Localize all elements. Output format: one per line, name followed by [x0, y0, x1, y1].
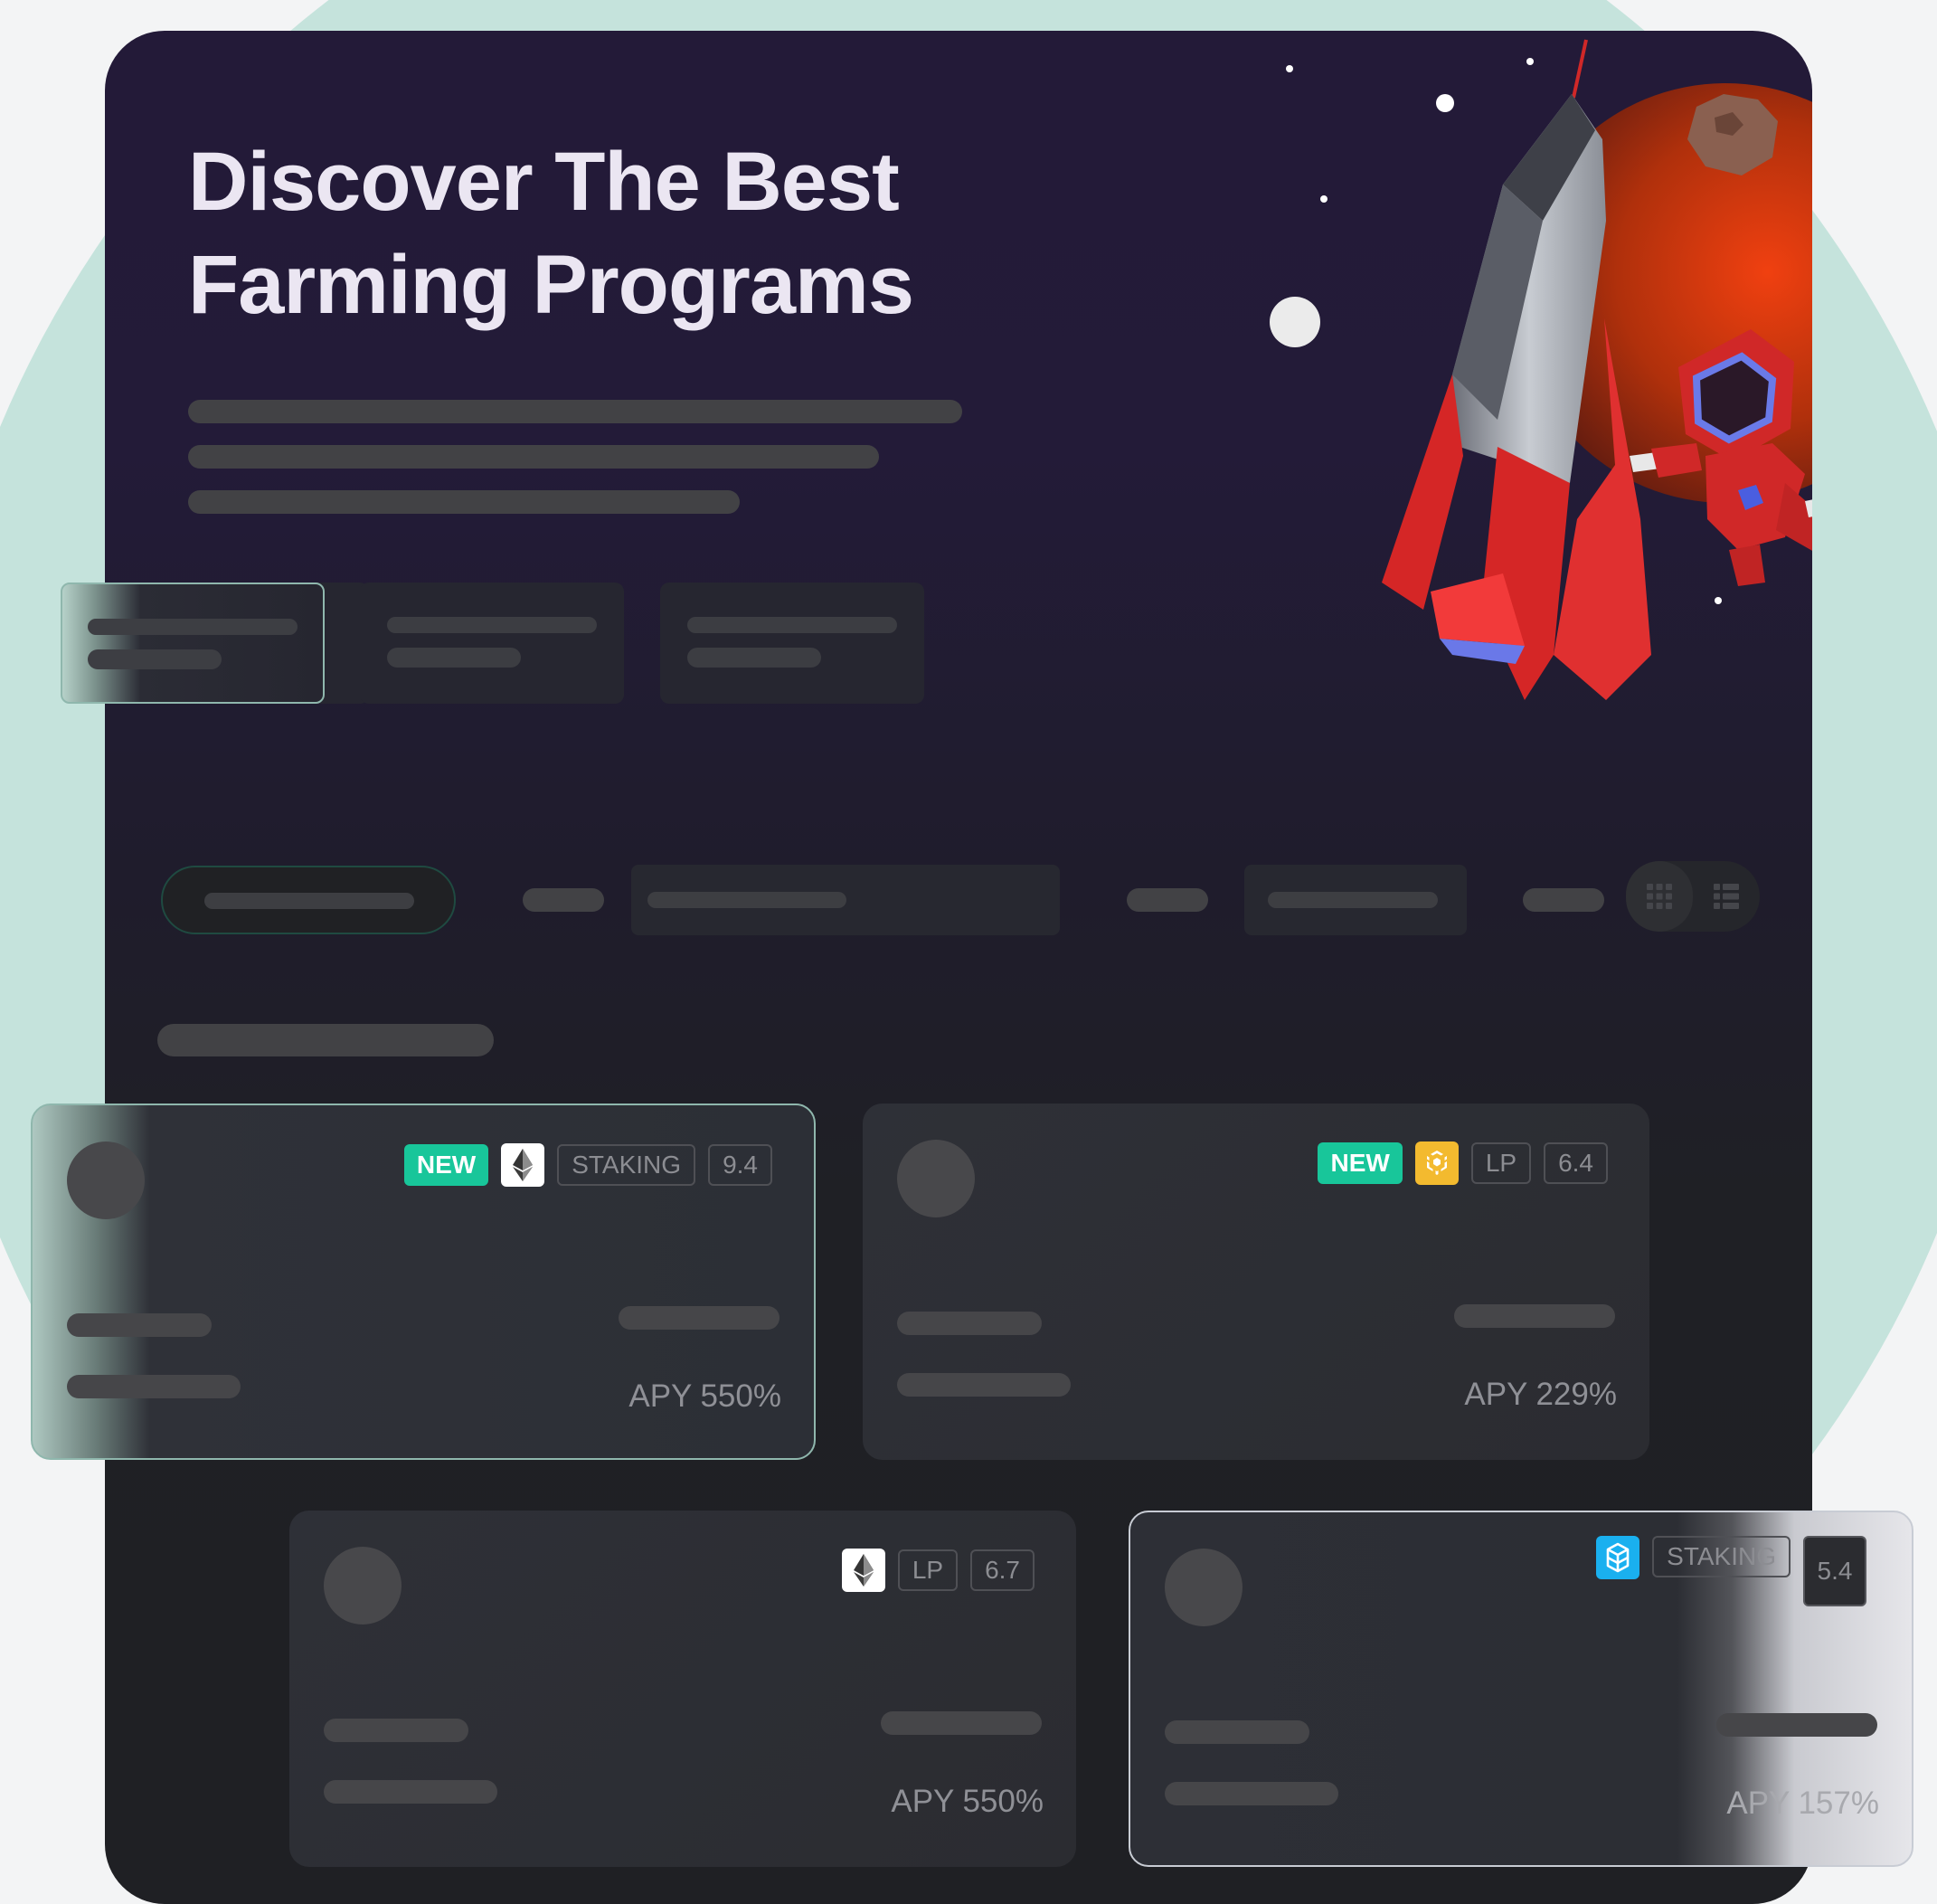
apy-value: APY 550%: [891, 1784, 1044, 1819]
card-line: [897, 1312, 1042, 1335]
binance-icon: [1414, 1141, 1459, 1185]
card-line: [1716, 1713, 1877, 1737]
grid-view-icon: [1647, 884, 1672, 909]
fantom-icon: [1596, 1536, 1640, 1579]
score-badge: 5.4: [1803, 1536, 1866, 1606]
apy-value: APY 229%: [1464, 1377, 1617, 1412]
farm-card-1[interactable]: NEW STAKING 9.4 APY 550%: [31, 1104, 816, 1460]
apy-value: APY 157%: [1726, 1786, 1879, 1821]
card-tags: NEW STAKING 9.4: [403, 1143, 772, 1187]
grid-view-button[interactable]: [1626, 861, 1693, 932]
card-line: [1165, 1782, 1338, 1805]
description-line-2: [188, 445, 879, 469]
card-tags: LP 6.7: [841, 1549, 1035, 1592]
title-line-2: Farming Programs: [188, 239, 914, 331]
card-line: [67, 1313, 212, 1337]
pool-type-badge: LP: [1470, 1142, 1532, 1184]
stat-box-2: [360, 583, 624, 704]
filter-label-3: [1523, 888, 1604, 912]
filter-select-1[interactable]: [631, 865, 1060, 935]
card-line: [1165, 1720, 1309, 1744]
score-badge: 9.4: [708, 1144, 772, 1186]
farm-card-3[interactable]: LP 6.7 APY 550%: [289, 1511, 1076, 1867]
view-toggle: [1626, 861, 1760, 932]
card-line: [1454, 1304, 1615, 1328]
apy-value: APY 550%: [628, 1378, 781, 1414]
search-input[interactable]: [161, 866, 456, 934]
farm-card-4[interactable]: STAKING 5.4 APY 157%: [1129, 1511, 1913, 1867]
score-badge: 6.7: [970, 1549, 1035, 1591]
card-line: [324, 1719, 468, 1742]
stat-box-3: [660, 583, 924, 704]
card-line: [897, 1373, 1071, 1397]
new-badge: NEW: [403, 1144, 489, 1186]
filter-label-2: [1127, 888, 1208, 912]
farm-card-2[interactable]: NEW LP 6.4 APY 229%: [863, 1104, 1649, 1460]
pool-type-badge: STAKING: [1652, 1536, 1791, 1577]
filter-label-1: [523, 888, 604, 912]
card-line: [619, 1306, 780, 1330]
description-line-1: [188, 400, 962, 423]
list-view-icon: [1714, 884, 1739, 909]
card-line: [881, 1711, 1042, 1735]
section-heading: [157, 1024, 494, 1056]
score-badge: 6.4: [1544, 1142, 1608, 1184]
ethereum-icon: [841, 1549, 885, 1592]
stat-box-highlighted: [61, 583, 325, 704]
title-line-1: Discover The Best: [188, 136, 900, 228]
filter-select-2[interactable]: [1244, 865, 1467, 935]
description-line-3: [188, 490, 740, 514]
pool-type-badge: STAKING: [557, 1144, 696, 1186]
space-illustration: [1270, 39, 1812, 700]
card-line: [67, 1375, 241, 1398]
pool-type-badge: LP: [897, 1549, 959, 1591]
card-line: [324, 1780, 497, 1804]
token-avatar: [67, 1141, 145, 1219]
page-title: Discover The Best Farming Programs: [188, 130, 1092, 336]
card-tags: NEW LP 6.4: [1318, 1141, 1608, 1185]
ethereum-icon: [501, 1143, 545, 1187]
token-avatar: [897, 1140, 975, 1217]
token-avatar: [324, 1547, 402, 1625]
card-tags: STAKING 5.4: [1596, 1536, 1866, 1606]
new-badge: NEW: [1318, 1142, 1403, 1184]
token-avatar: [1165, 1549, 1243, 1626]
list-view-button[interactable]: [1693, 861, 1760, 932]
